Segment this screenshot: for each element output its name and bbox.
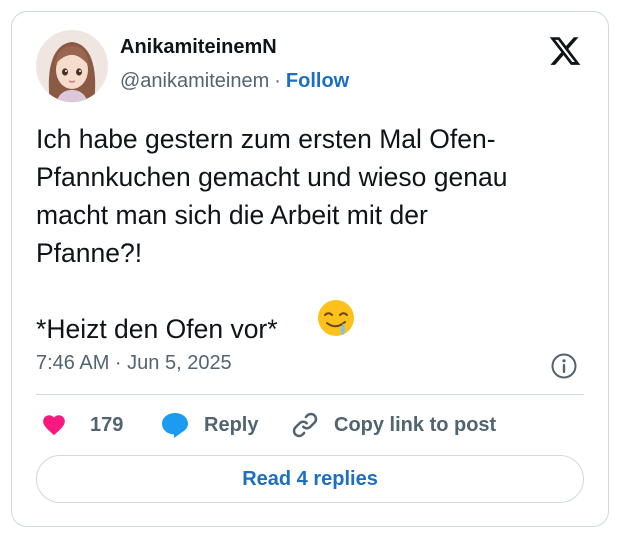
avatar[interactable] <box>36 30 108 102</box>
separator-dot: · <box>274 70 281 92</box>
divider <box>36 394 584 395</box>
info-icon[interactable] <box>550 352 578 380</box>
like-count: 179 <box>90 413 124 436</box>
like-button[interactable]: 179 <box>40 410 123 440</box>
drooling-face-emoji <box>318 300 354 336</box>
reply-button[interactable]: Reply <box>160 410 258 440</box>
avatar-image <box>36 30 108 102</box>
tweet-timestamp[interactable]: 7:46 AM · Jun 5, 2025 <box>36 352 232 375</box>
read-replies-button[interactable]: Read 4 replies <box>36 455 584 503</box>
link-icon <box>292 412 318 438</box>
x-logo-icon[interactable] <box>548 34 582 68</box>
copy-link-label: Copy link to post <box>334 413 497 436</box>
reply-bubble-icon <box>162 413 188 438</box>
tweet-card: AnikamiteinemN @anikamiteinem · Follow Ich… <box>11 11 609 527</box>
read-replies-label: Read 4 replies <box>242 467 378 490</box>
action-bar: 179 Reply Copy link to post <box>36 410 596 440</box>
author-meta: @anikamiteinem · Follow <box>120 70 349 93</box>
heart-icon <box>43 415 65 436</box>
reply-label: Reply <box>204 413 259 436</box>
follow-button[interactable]: Follow <box>286 70 349 92</box>
copy-link-button[interactable]: Copy link to post <box>290 410 496 440</box>
author-handle[interactable]: @anikamiteinem <box>120 70 269 92</box>
author-display-name[interactable]: AnikamiteinemN <box>120 36 277 59</box>
